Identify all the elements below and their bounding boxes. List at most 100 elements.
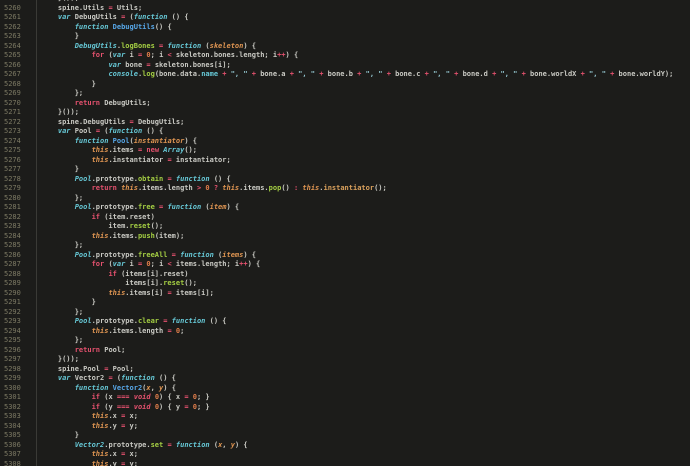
code-line: 5265 for (var i = 0; i < skeleton.bones.… xyxy=(0,51,690,61)
token: console xyxy=(108,70,138,78)
line-number: 5303 xyxy=(0,412,37,422)
token: bone xyxy=(121,60,147,69)
token: Pool xyxy=(74,174,92,183)
token: ( xyxy=(104,51,113,59)
token: x; xyxy=(125,450,138,458)
token: () xyxy=(281,184,294,192)
code-text: function Vector2(x, y) { xyxy=(37,384,176,394)
token: if xyxy=(91,212,101,221)
token: return xyxy=(74,345,101,354)
code-line: 5305 } xyxy=(0,431,690,441)
code-line: 5285 }; xyxy=(0,241,690,251)
token: function xyxy=(74,136,109,145)
token: log xyxy=(142,70,155,78)
token: Pool xyxy=(112,136,130,145)
code-text: DebugUtils.logBones = function (skeleton… xyxy=(37,42,256,52)
token: () { xyxy=(167,13,189,21)
token: ", " xyxy=(230,70,248,78)
code-text: if (x === void 0) { x = 0; } xyxy=(37,393,210,403)
code-line: 5292 }; xyxy=(0,307,690,317)
token: ; i xyxy=(150,260,168,268)
token: skeleton.bones.length; i xyxy=(171,51,278,59)
line-number: 5297 xyxy=(0,355,37,365)
code-line: 5298 spine.Pool = Pool; xyxy=(0,364,690,374)
code-line: 5295 }; xyxy=(0,336,690,346)
token: function xyxy=(180,250,214,259)
code-text: return DebugUtils; xyxy=(37,99,151,109)
token: Pool xyxy=(74,250,92,259)
token: (x xyxy=(100,393,117,401)
token: item. xyxy=(41,222,130,230)
token: skeleton xyxy=(209,41,244,50)
token: ) { xyxy=(184,136,197,145)
token: (item.reset) xyxy=(100,212,155,221)
token: this xyxy=(91,459,109,466)
token: ( xyxy=(201,203,210,211)
code-text: } xyxy=(37,165,79,175)
token: DebugUtils xyxy=(112,22,155,31)
token: () { xyxy=(209,174,231,183)
token: name xyxy=(201,70,219,78)
line-number: 5283 xyxy=(0,222,37,232)
token: function xyxy=(74,383,109,392)
token: }()); xyxy=(41,0,79,2)
line-number: 5288 xyxy=(0,269,37,279)
line-number: 5262 xyxy=(0,22,37,32)
token: Pool xyxy=(74,317,92,325)
code-line: 5302 if (y === void 0) { y = 0; } xyxy=(0,402,690,412)
token: }; xyxy=(41,241,84,249)
token: (); xyxy=(374,184,387,192)
token: items xyxy=(222,250,244,259)
token: }; xyxy=(41,89,84,97)
token: ) { xyxy=(243,41,256,50)
token: void xyxy=(133,393,151,401)
token: free xyxy=(137,203,155,211)
token: ( xyxy=(104,260,113,268)
code-line: 5277 } xyxy=(0,165,690,175)
line-number: 5305 xyxy=(0,431,37,441)
token: function xyxy=(121,374,155,382)
line-number: 5307 xyxy=(0,450,37,460)
token: ( xyxy=(213,250,223,259)
token: new xyxy=(146,146,160,154)
line-number: 5278 xyxy=(0,174,37,184)
token: .y xyxy=(108,459,122,466)
token: } xyxy=(41,79,96,88)
token: spine.Utils xyxy=(41,3,109,12)
code-text: Pool.prototype.free = function (item) { xyxy=(37,203,239,213)
token: (items[i].reset) xyxy=(116,269,189,278)
line-number: 5292 xyxy=(0,307,37,317)
code-text: this.items[i] = items[i]; xyxy=(37,289,213,299)
token: Vector2 xyxy=(70,374,109,382)
token: }; xyxy=(41,307,84,316)
token: ) { xyxy=(163,383,176,392)
code-line: 5297 }()); xyxy=(0,355,690,365)
code-editor[interactable]: 5259 }());5260 spine.Utils = Utils;5261 … xyxy=(0,0,690,466)
token: bone.d xyxy=(458,70,493,78)
token: Pool xyxy=(74,203,92,211)
token: x; xyxy=(125,412,138,420)
token: var xyxy=(57,13,71,21)
token: logBones xyxy=(121,41,155,50)
line-number: 5272 xyxy=(0,117,37,127)
code-line: 5307 this.x = x; xyxy=(0,450,690,460)
token: function xyxy=(167,41,202,50)
code-text: Pool.prototype.freeAll = function (items… xyxy=(37,251,256,261)
code-text: var bone = skeleton.bones[i]; xyxy=(37,60,230,71)
code-text: items[i].reset(); xyxy=(37,279,197,289)
token: .instantiator xyxy=(108,155,168,164)
token: i xyxy=(125,51,138,59)
token: this xyxy=(121,184,138,192)
line-number: 5274 xyxy=(0,136,37,146)
token: function xyxy=(175,440,210,449)
code-line: 5288 if (items[i].reset) xyxy=(0,269,690,279)
token: Pool xyxy=(70,127,96,135)
token: () { xyxy=(154,22,172,31)
line-number: 5300 xyxy=(0,383,37,393)
line-number: 5279 xyxy=(0,184,37,194)
